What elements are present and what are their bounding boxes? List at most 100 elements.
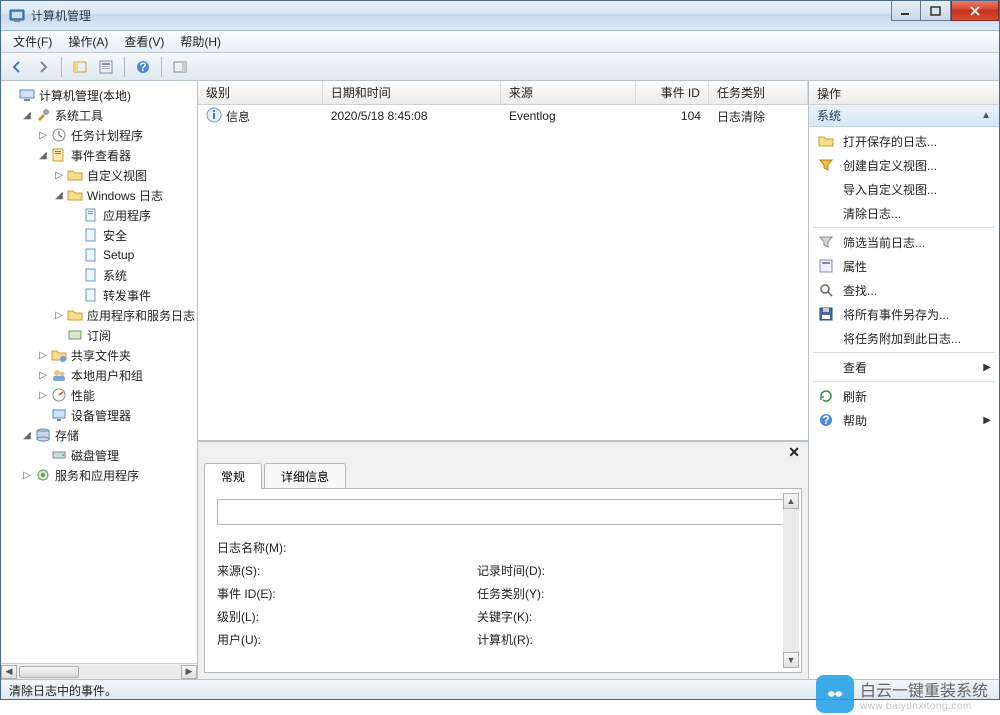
scroll-left-button[interactable]: ◀ <box>1 665 17 679</box>
column-category[interactable]: 任务类别 <box>709 81 808 104</box>
detail-vertical-scrollbar[interactable]: ▲ ▼ <box>783 493 799 668</box>
action-properties[interactable]: 属性 <box>809 254 999 278</box>
show-hide-tree-button[interactable] <box>68 56 92 78</box>
blank-icon <box>817 181 835 197</box>
tree-shared-folders[interactable]: ▷共享文件夹 <box>37 345 195 365</box>
tree-log-system[interactable]: 系统 <box>69 265 195 285</box>
blank-icon <box>817 359 835 375</box>
label-logged: 记录时间(D): <box>477 562 717 579</box>
log-icon <box>83 207 99 223</box>
action-open-saved-log[interactable]: 打开保存的日志... <box>809 129 999 153</box>
window-title: 计算机管理 <box>31 7 91 24</box>
menu-view[interactable]: 查看(V) <box>116 31 172 52</box>
column-source[interactable]: 来源 <box>501 81 636 104</box>
tree-subscriptions[interactable]: 订阅 <box>53 325 195 345</box>
action-help[interactable]: ?帮助▶ <box>809 408 999 432</box>
tree-storage[interactable]: ◢存储 <box>21 425 195 445</box>
tree-system-tools[interactable]: ◢系统工具 <box>21 105 195 125</box>
tools-icon <box>35 107 51 123</box>
event-viewer-icon <box>51 147 67 163</box>
back-button[interactable] <box>5 56 29 78</box>
toolbar: ? <box>1 53 999 81</box>
log-icon <box>83 267 99 283</box>
content-pane: 级别 日期和时间 来源 事件 ID 任务类别 信息 2020/5/18 8:45… <box>198 81 809 679</box>
action-refresh[interactable]: 刷新 <box>809 384 999 408</box>
scroll-thumb[interactable] <box>19 666 79 678</box>
scroll-right-button[interactable]: ▶ <box>181 665 197 679</box>
tree-log-setup[interactable]: Setup <box>69 245 195 265</box>
open-log-icon <box>817 133 835 149</box>
menu-action[interactable]: 操作(A) <box>60 31 116 52</box>
tree-windows-logs[interactable]: ◢Windows 日志 <box>53 185 195 205</box>
tree-event-viewer[interactable]: ◢事件查看器 <box>37 145 195 165</box>
tree-log-application[interactable]: 应用程序 <box>69 205 195 225</box>
action-create-custom-view[interactable]: 创建自定义视图... <box>809 153 999 177</box>
refresh-icon <box>817 388 835 404</box>
forward-button[interactable] <box>31 56 55 78</box>
tree-device-manager[interactable]: 设备管理器 <box>37 405 195 425</box>
cell-datetime: 2020/5/18 8:45:08 <box>323 107 501 125</box>
tree-log-security[interactable]: 安全 <box>69 225 195 245</box>
action-import-custom-view[interactable]: 导入自定义视图... <box>809 177 999 201</box>
action-filter-current-log[interactable]: 筛选当前日志... <box>809 230 999 254</box>
detail-close-button[interactable]: ✕ <box>784 444 804 461</box>
blank-icon <box>817 330 835 346</box>
svg-text:?: ? <box>139 60 146 74</box>
performance-icon <box>51 387 67 403</box>
label-source: 来源(S): <box>217 562 457 579</box>
cell-category: 日志清除 <box>709 106 808 127</box>
tree-task-scheduler[interactable]: ▷任务计划程序 <box>37 125 195 145</box>
minimize-button[interactable] <box>891 1 921 21</box>
tree-disk-mgmt[interactable]: 磁盘管理 <box>37 445 195 465</box>
folder-icon <box>67 307 83 323</box>
disk-icon <box>51 447 67 463</box>
storage-icon <box>35 427 51 443</box>
help-icon: ? <box>817 412 835 428</box>
action-save-all-events[interactable]: 将所有事件另存为... <box>809 302 999 326</box>
tree-log-forwarded[interactable]: 转发事件 <box>69 285 195 305</box>
tab-general[interactable]: 常规 <box>204 463 262 489</box>
tree-custom-views[interactable]: ▷自定义视图 <box>53 165 195 185</box>
maximize-button[interactable] <box>921 1 951 21</box>
folder-icon <box>67 167 83 183</box>
tree-performance[interactable]: ▷性能 <box>37 385 195 405</box>
filter-icon <box>817 234 835 250</box>
list-header: 级别 日期和时间 来源 事件 ID 任务类别 <box>198 81 808 105</box>
menu-help[interactable]: 帮助(H) <box>172 31 229 52</box>
action-clear-log[interactable]: 清除日志... <box>809 201 999 225</box>
menu-file[interactable]: 文件(F) <box>5 31 60 52</box>
column-event-id[interactable]: 事件 ID <box>636 81 709 104</box>
action-attach-task[interactable]: 将任务附加到此日志... <box>809 326 999 350</box>
scroll-up-button[interactable]: ▲ <box>783 493 799 509</box>
close-button[interactable] <box>951 1 999 21</box>
scroll-down-button[interactable]: ▼ <box>783 652 799 668</box>
action-subheader[interactable]: 系统 ▲ <box>809 105 999 127</box>
tree-root[interactable]: ▸计算机管理(本地) <box>5 85 195 105</box>
tree-app-service-logs[interactable]: ▷应用程序和服务日志 <box>53 305 195 325</box>
properties-button[interactable] <box>94 56 118 78</box>
help-button[interactable]: ? <box>131 56 155 78</box>
app-icon <box>9 8 25 24</box>
action-separator <box>813 227 995 228</box>
column-datetime[interactable]: 日期和时间 <box>323 81 501 104</box>
action-view-submenu[interactable]: 查看▶ <box>809 355 999 379</box>
tree-local-users[interactable]: ▷本地用户和组 <box>37 365 195 385</box>
label-category: 任务类别(Y): <box>477 585 717 602</box>
svg-text:?: ? <box>822 413 829 427</box>
filter-icon <box>817 157 835 173</box>
tree-services-apps[interactable]: ▷服务和应用程序 <box>21 465 195 485</box>
label-computer: 计算机(R): <box>477 631 717 648</box>
event-row[interactable]: 信息 2020/5/18 8:45:08 Eventlog 104 日志清除 <box>198 105 808 127</box>
computer-icon <box>19 87 35 103</box>
action-separator <box>813 352 995 353</box>
cell-event-id: 104 <box>636 107 709 125</box>
action-find[interactable]: 查找... <box>809 278 999 302</box>
services-icon <box>35 467 51 483</box>
device-icon <box>51 407 67 423</box>
column-level[interactable]: 级别 <box>198 81 323 104</box>
tab-details[interactable]: 详细信息 <box>264 463 346 489</box>
tree-horizontal-scrollbar[interactable]: ◀ ▶ <box>1 663 197 679</box>
log-icon <box>83 227 99 243</box>
label-event-id: 事件 ID(E): <box>217 585 457 602</box>
show-hide-action-button[interactable] <box>168 56 192 78</box>
